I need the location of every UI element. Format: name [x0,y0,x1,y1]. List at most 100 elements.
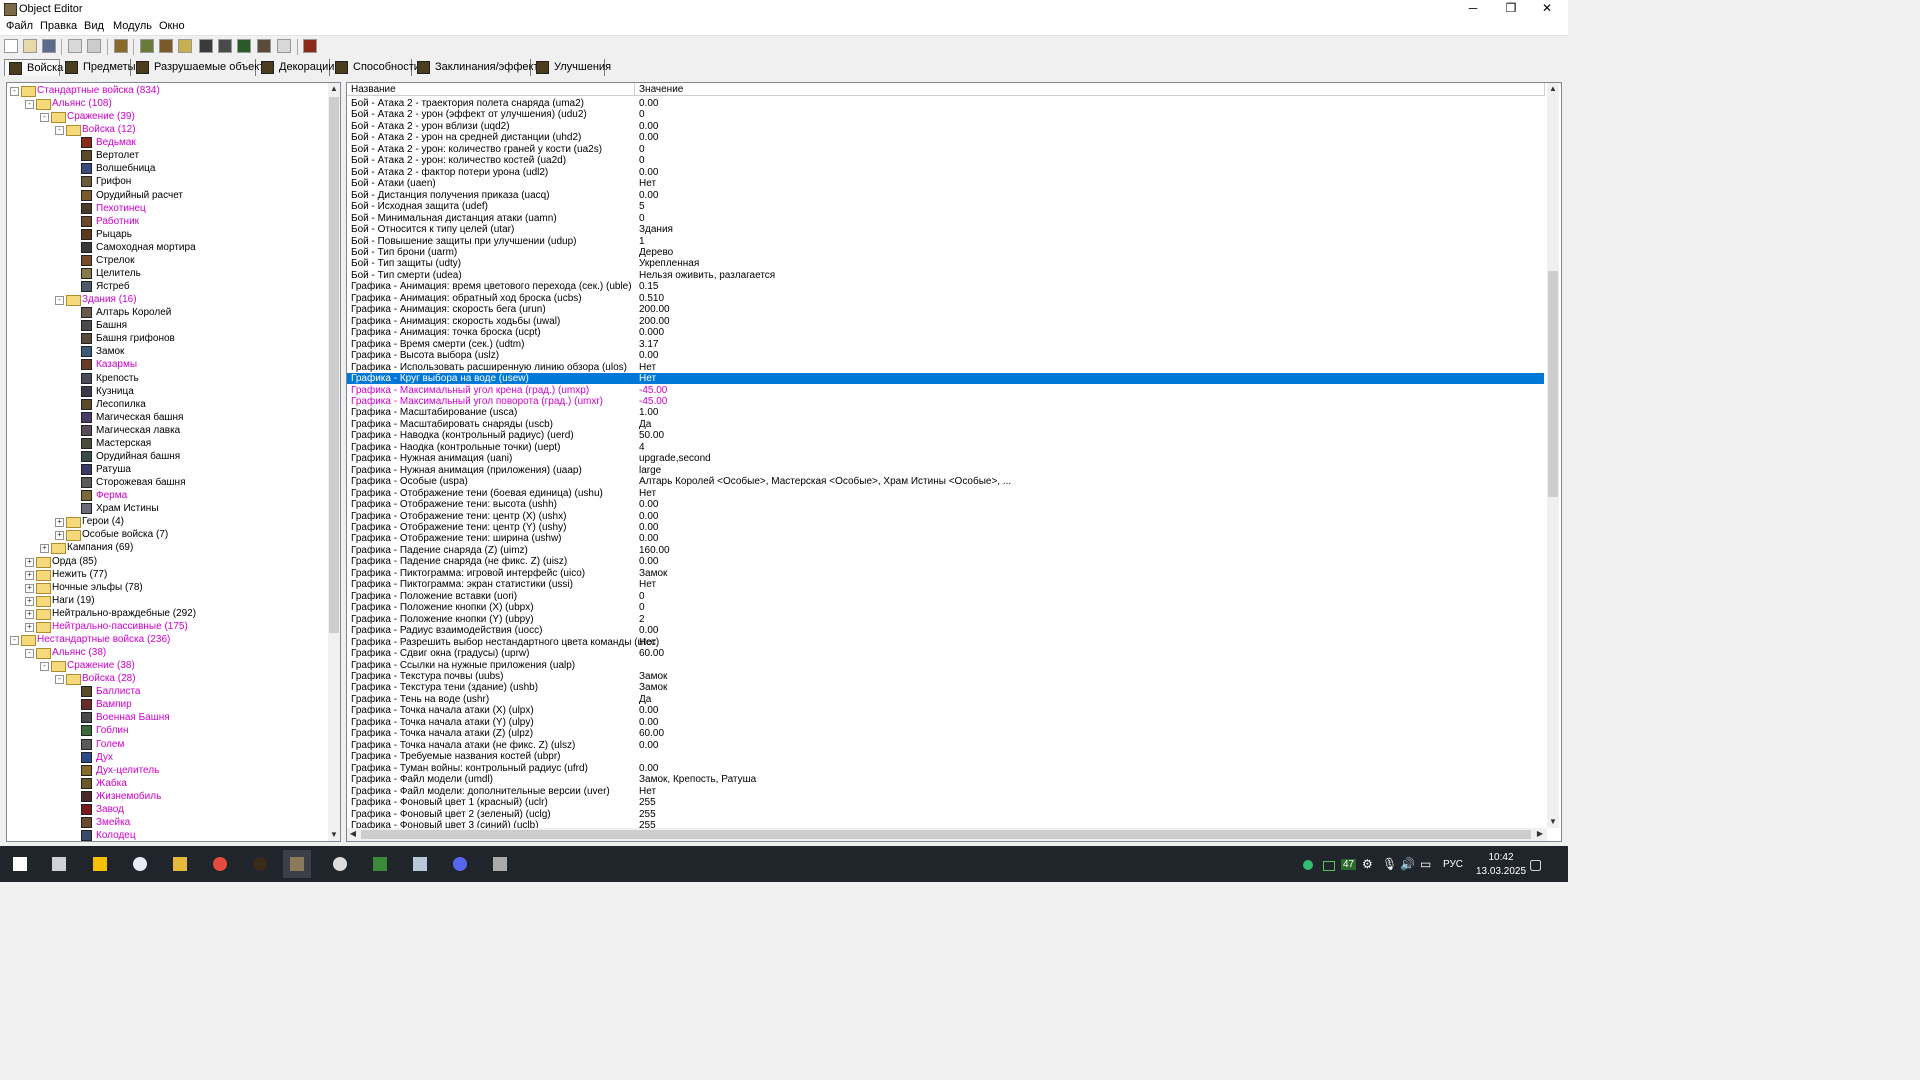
table-row[interactable]: Графика - Падение снаряда (Z) (uimz) 160.… [347,545,1544,556]
tree-item[interactable]: Лесопилка [7,398,325,411]
volume-icon[interactable]: 🔊 [1400,857,1415,871]
language-indicator[interactable]: РУС [1443,859,1463,870]
scrollbar-thumb[interactable] [1548,271,1558,497]
tree-folder[interactable]: - Сражение (39) [7,110,325,124]
collapse-icon[interactable]: - [10,87,19,96]
collapse-icon[interactable]: - [55,126,64,136]
menu-window[interactable]: Окно [159,20,185,32]
table-row[interactable]: Бой - Исходная защита (udef) 5 [347,201,1544,212]
tree-item[interactable]: Башня [7,319,325,332]
table-row[interactable]: Графика - Наодка (контрольные точки) (ue… [347,442,1544,453]
tree-folder[interactable]: - Войска (28) [7,672,325,686]
tree-folder[interactable]: + Герои (4) [7,515,325,529]
table-row[interactable]: Бой - Атака 2 - траектория полета снаряд… [347,98,1544,109]
table-row[interactable]: Графика - Особые (uspa) Алтарь Королей <О… [347,476,1544,487]
table-row[interactable]: Графика - Файл модели (umdl) Замок, Крепо… [347,774,1544,785]
tab-upgrades[interactable]: Улучшения [532,59,611,76]
tree-item[interactable]: Жизнемобиль [7,790,325,803]
tree-item[interactable]: Крепость [7,372,325,385]
tree-item[interactable]: Кузница [7,385,325,398]
tree-item[interactable]: Ястреб [7,280,325,293]
table-row[interactable]: Графика - Туман войны: контрольный радиу… [347,763,1544,774]
table-row[interactable]: Графика - Время смерти (сек.) (udtm) 3.17 [347,339,1544,350]
clock-time[interactable]: 10:42 [1482,852,1520,863]
tree-item[interactable]: Дух [7,751,325,764]
table-row[interactable]: Графика - Фоновый цвет 1 (красный) (uclr… [347,797,1544,808]
tree-item[interactable]: Голем [7,738,325,751]
world-editor-icon[interactable] [486,850,514,878]
expand-icon[interactable]: + [25,596,34,606]
tree-item[interactable]: Орудийный расчет [7,189,325,202]
table-row[interactable]: Графика - Тень на воде (ushr) Да [347,694,1544,705]
table-row[interactable]: Графика - Анимация: точка броска (ucpt) 0… [347,327,1544,338]
table-row[interactable]: Графика - Текстура тени (здание) (ushb) З… [347,682,1544,693]
tree-folder[interactable]: - Сражение (38) [7,659,325,673]
notifications-icon[interactable]: ▢ [1529,856,1542,873]
window-app-icon[interactable] [406,850,434,878]
tree-item[interactable]: Магическая лавка [7,424,325,437]
network-icon[interactable]: ▭ [1420,857,1431,871]
table-row[interactable]: Графика - Точка начала атаки (X) (ulpx) 0… [347,705,1544,716]
column-header-value[interactable]: Значение [635,83,1545,96]
report-icon[interactable] [303,39,317,53]
expand-icon[interactable]: + [25,609,34,619]
table-row[interactable]: Бой - Тип брони (uarm) Дерево [347,247,1544,258]
objects-icon[interactable] [257,39,271,53]
tree-folder[interactable]: + Кампания (69) [7,541,325,555]
scroll-left-arrow-icon[interactable]: ◀ [347,828,359,840]
new-icon[interactable] [4,39,18,53]
tab-doodads[interactable]: Декорации [257,59,334,76]
collapse-icon[interactable]: - [25,100,34,110]
start-icon[interactable] [6,850,34,878]
table-row[interactable]: Графика - Нужная анимация (приложения) (… [347,465,1544,476]
table-row[interactable]: Бой - Повышение защиты при улучшении (ud… [347,236,1544,247]
table-row[interactable]: Графика - Масштабирование (usca) 1.00 [347,407,1544,418]
table-row[interactable]: Графика - Нужная анимация (uani) upgrade,… [347,453,1544,464]
tree-item[interactable]: Змейка [7,816,325,829]
tree-folder[interactable]: + Нейтрально-враждебные (292) [7,607,325,620]
table-row[interactable]: Графика - Сдвиг окна (градусы) (uprw) 60.… [347,648,1544,659]
tree-item[interactable]: Баллиста [7,685,325,698]
camera-icon[interactable] [218,39,232,53]
table-row[interactable]: Графика - Анимация: время цветового пере… [347,281,1544,292]
table-row[interactable]: Бой - Атака 2 - фактор потери урона (udl… [347,167,1544,178]
scrollbar-thumb[interactable] [329,97,339,633]
table-row[interactable]: Графика - Положение вставки (uori) 0 [347,591,1544,602]
scroll-right-arrow-icon[interactable]: ▶ [1534,828,1546,840]
tree-item[interactable]: Рыцарь [7,228,325,241]
table-row[interactable]: Графика - Положение кнопки (Y) (ubpy) 2 [347,614,1544,625]
expand-icon[interactable]: + [55,531,64,541]
menu-view[interactable]: Вид [84,20,104,32]
collapse-icon[interactable]: - [10,635,19,645]
tree-item[interactable]: Волшебница [7,162,325,175]
scrollbar-thumb[interactable] [361,830,1531,839]
table-row[interactable]: Бой - Тип защиты (udty) Укрепленная [347,258,1544,269]
tree-folder[interactable]: + Нежить (77) [7,568,325,581]
table-row[interactable]: Графика - Файл модели: дополнительные ве… [347,786,1544,797]
table-row[interactable]: Графика - Отображение тени: высота (ushh… [347,499,1544,510]
tree-folder[interactable]: - Нестандартные войска (236) [7,633,325,646]
table-row[interactable]: Бой - Тип смерти (udea) Нельзя оживить, р… [347,270,1544,281]
table-row[interactable]: Графика - Точка начала атаки (Y) (ulpy) 0… [347,717,1544,728]
unit-icon[interactable] [114,39,128,53]
tree-scrollbar[interactable]: ▲ ▼ [328,83,340,841]
table-row[interactable]: Бой - Атака 2 - урон на средней дистанци… [347,132,1544,143]
tree-item[interactable]: Работник [7,215,325,228]
tree-folder[interactable]: + Орда (85) [7,555,325,568]
warcraft-icon[interactable] [326,850,354,878]
tree-item[interactable]: Пехотинец [7,202,325,215]
collapse-icon[interactable]: - [25,649,34,658]
tree-item[interactable]: Грифон [7,175,325,188]
table-row[interactable]: Бой - Атака 2 - урон (эффект от улучшени… [347,109,1544,120]
tree-folder[interactable]: + Наги (19) [7,594,325,607]
object-tree[interactable]: - Стандартные войска (834) - Альянс (108) - С… [6,82,341,842]
table-row[interactable]: Графика - Анимация: скорость бега (urun)… [347,304,1544,315]
maximize-button[interactable]: ❐ [1492,0,1530,18]
expand-icon[interactable]: + [25,570,34,580]
table-row[interactable]: Графика - Точка начала атаки (не фикс. Z… [347,740,1544,751]
tree-item[interactable]: Орудийная башня [7,450,325,463]
copy-icon[interactable] [68,39,82,53]
notepad-icon[interactable] [366,850,394,878]
chrome-icon[interactable] [206,850,234,878]
import-icon[interactable] [277,39,291,53]
